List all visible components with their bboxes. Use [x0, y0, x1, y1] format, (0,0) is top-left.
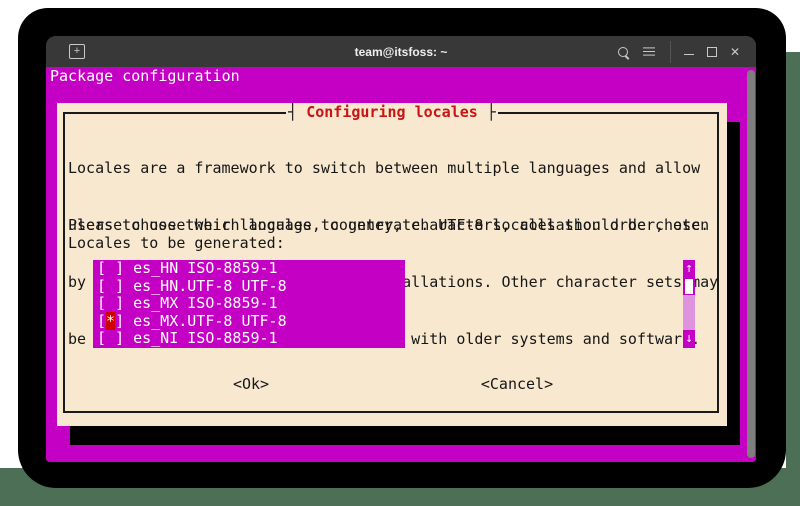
list-scrollbar[interactable]: ↑ ↓: [683, 260, 695, 348]
locale-option[interactable]: [ ] es_HN ISO-8859-1: [93, 260, 405, 278]
terminal-screen: Package configuration ┤Configuring local…: [46, 67, 756, 462]
scroll-thumb-block[interactable]: [685, 279, 693, 295]
checkbox-close: ]: [115, 329, 124, 347]
checkbox-state: [106, 329, 115, 347]
checkbox-close: ]: [115, 312, 124, 330]
scroll-track[interactable]: [683, 295, 695, 313]
screen-header: Package configuration: [50, 67, 240, 86]
minimize-button[interactable]: [684, 54, 694, 56]
intro-line-1: Locales are a framework to switch betwee…: [68, 159, 709, 178]
dialog-title: ┤Configuring locales├: [57, 103, 727, 122]
locale-option[interactable]: [ ] es_NI ISO-8859-1: [93, 330, 405, 348]
cancel-button[interactable]: <Cancel>: [481, 375, 553, 394]
scroll-thumb[interactable]: [683, 278, 695, 296]
checkbox-open: [: [97, 277, 106, 295]
checkbox-open: [: [97, 312, 106, 330]
titlebar-separator: [670, 41, 671, 63]
close-button[interactable]: ✕: [730, 46, 740, 58]
titlebar-actions: ✕: [618, 36, 740, 67]
checkbox-close: ]: [115, 259, 124, 277]
list-label: Locales to be generated:: [68, 234, 285, 253]
dialog-title-text: Configuring locales: [297, 103, 487, 121]
checkbox-open: [: [97, 329, 106, 347]
border-tick-left: ┤: [288, 103, 297, 121]
checkbox-cursor: *: [106, 312, 115, 330]
locale-label: es_MX.UTF-8 UTF-8: [133, 312, 287, 330]
checkbox-close: ]: [115, 294, 124, 312]
locale-label: es_NI ISO-8859-1: [133, 329, 278, 347]
maximize-button[interactable]: [707, 47, 717, 57]
checkbox-open: [: [97, 259, 106, 277]
menu-icon[interactable]: [643, 51, 655, 53]
search-icon[interactable]: [618, 47, 628, 57]
checkbox-open: [: [97, 294, 106, 312]
locale-list[interactable]: [ ] es_HN ISO-8859-1 [ ] es_HN.UTF-8 UTF-8…: [93, 260, 405, 348]
scroll-up-icon[interactable]: ↑: [683, 260, 695, 278]
ok-button[interactable]: <Ok>: [233, 375, 269, 394]
locale-option[interactable]: [ ] es_HN.UTF-8 UTF-8: [93, 278, 405, 296]
scroll-track[interactable]: [683, 313, 695, 331]
checkbox-state: [106, 294, 115, 312]
border-tick-right: ├: [487, 103, 496, 121]
locale-label: es_HN.UTF-8 UTF-8: [133, 277, 287, 295]
checkbox-state: [106, 277, 115, 295]
guidance-line-1: Please choose which locales to generate.…: [68, 216, 718, 235]
locale-option[interactable]: [ ] es_MX ISO-8859-1: [93, 295, 405, 313]
scroll-down-icon[interactable]: ↓: [683, 330, 695, 348]
checkbox-close: ]: [115, 277, 124, 295]
terminal-window: + team@itsfoss: ~ ✕ Package configuratio…: [46, 36, 756, 462]
checkbox-state: [106, 259, 115, 277]
locale-label: es_MX ISO-8859-1: [133, 294, 278, 312]
terminal-scrollbar[interactable]: [747, 70, 755, 458]
locale-option-selected[interactable]: [*] es_MX.UTF-8 UTF-8: [93, 313, 405, 331]
window-titlebar[interactable]: + team@itsfoss: ~ ✕: [46, 36, 756, 67]
locale-label: es_HN ISO-8859-1: [133, 259, 278, 277]
configuring-locales-dialog: ┤Configuring locales├ Locales are a fram…: [57, 103, 727, 426]
backdrop-right-band: [786, 52, 800, 506]
